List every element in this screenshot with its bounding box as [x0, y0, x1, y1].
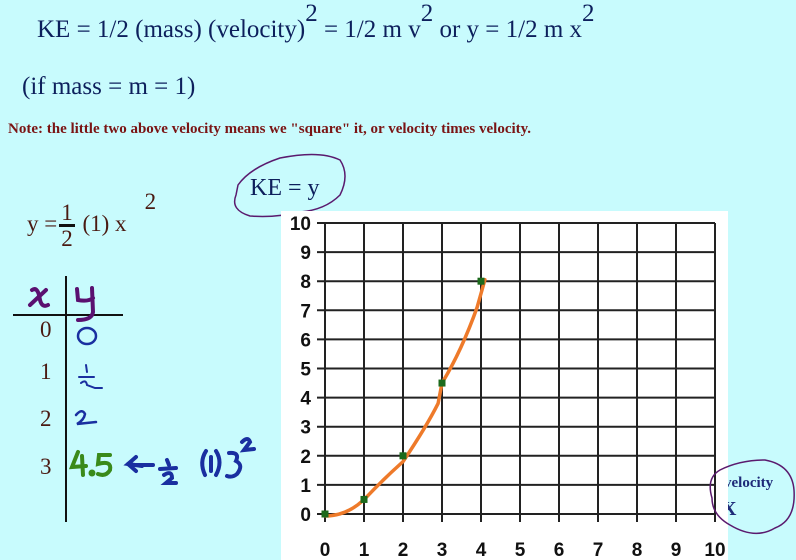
x-tick-label: 2	[398, 540, 409, 560]
y-tick-label: 6	[300, 330, 311, 351]
y-tick-label: 9	[300, 243, 311, 264]
table-y-0	[76, 326, 98, 346]
y-tick-label: 3	[300, 418, 311, 439]
y-tick-label: 7	[300, 301, 311, 322]
drawing-layer: 0 1 2 3 4 5 6 7 8 9 10 0 1 2 3 4 5 6 7 8 9 10	[13, 153, 795, 560]
data-point	[399, 452, 407, 460]
data-point	[360, 495, 368, 503]
table-y-2	[74, 410, 98, 426]
y-tick-label: 1	[300, 476, 311, 497]
y-tick-label: 2	[300, 447, 311, 468]
table-y-3	[68, 450, 113, 477]
table-y-1	[78, 364, 103, 389]
x-tick-label: 6	[554, 540, 565, 560]
x-tick-label: 0	[320, 540, 331, 560]
table-y-3-annotation	[123, 437, 256, 485]
y-tick-label: 8	[300, 272, 311, 293]
y-tick-label: 10	[290, 214, 311, 235]
data-point	[477, 277, 485, 285]
x-tick-label: 8	[632, 540, 643, 560]
y-label-circle	[233, 153, 346, 218]
y-tick-label: 0	[300, 505, 311, 526]
data-point	[321, 510, 329, 518]
y-tick-label: 4	[300, 389, 311, 410]
x-tick-label: 9	[671, 540, 682, 560]
x-tick-label: 1	[359, 540, 370, 560]
x-tick-label: 5	[515, 540, 526, 560]
chart-panel	[281, 211, 728, 560]
table-header-x	[28, 287, 50, 308]
y-tick-label: 5	[300, 360, 311, 381]
x-tick-label: 10	[704, 540, 725, 560]
x-tick-label: 7	[593, 540, 604, 560]
data-point	[438, 379, 446, 387]
x-tick-label: 4	[476, 540, 487, 560]
x-tick-label: 3	[437, 540, 448, 560]
